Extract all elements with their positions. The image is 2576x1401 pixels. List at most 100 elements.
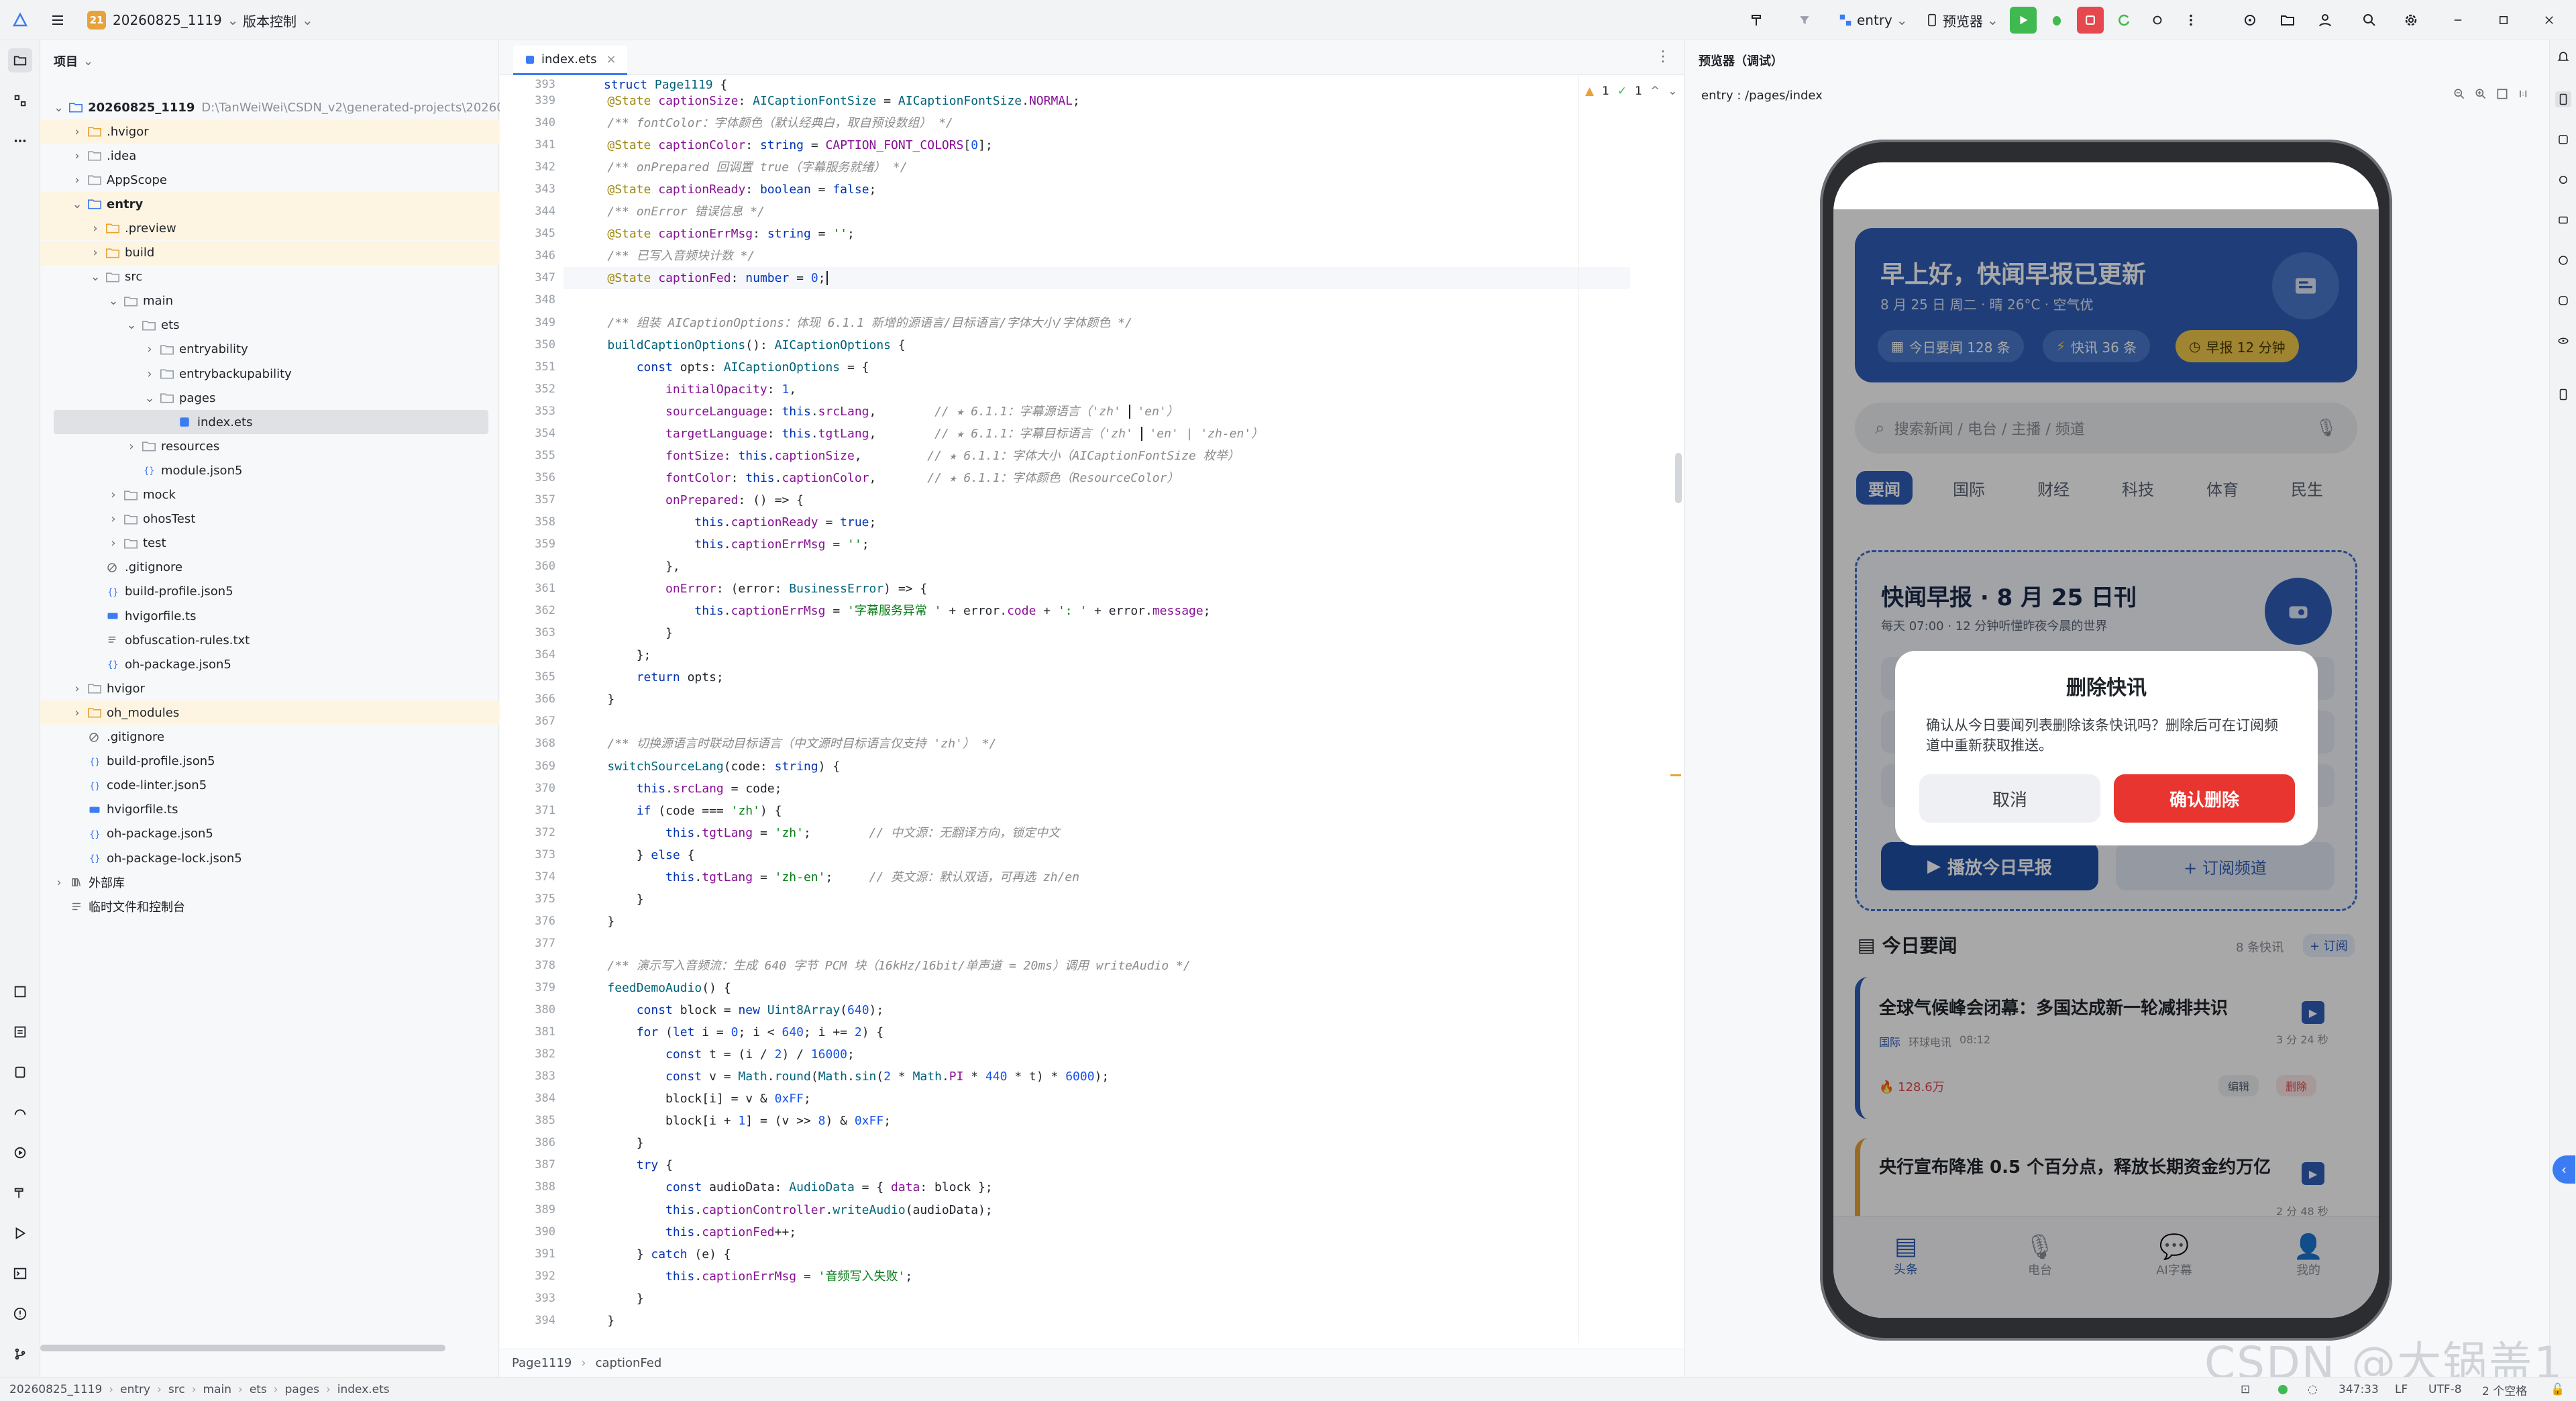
terminal-icon[interactable] xyxy=(8,1261,32,1286)
chevron-right-icon[interactable]: › xyxy=(108,488,119,502)
status-widget-icon[interactable]: ⊡ xyxy=(2241,1378,2250,1401)
chevron-right-icon[interactable]: › xyxy=(108,512,119,526)
inspection-summary[interactable]: ▲ 1 ✓ 1 ^ ⌄ xyxy=(1585,85,1677,98)
code-line[interactable]: } xyxy=(564,1288,644,1310)
chevron-down-icon[interactable]: ⌄ xyxy=(144,391,155,405)
notifications-bell-icon[interactable] xyxy=(2555,48,2571,64)
status-indicator-icon[interactable]: ◌ xyxy=(2308,1378,2318,1401)
chevron-down-icon[interactable]: ⌄ xyxy=(108,294,119,308)
tree-item[interactable]: › entryability xyxy=(40,338,499,362)
status-crumb[interactable]: 20260825_1119 xyxy=(9,1383,102,1396)
attach-debugger-icon[interactable] xyxy=(2144,7,2171,34)
code-line[interactable]: fontSize: this.captionSize, // ★ 6.1.1：字… xyxy=(564,445,1240,467)
status-crumb[interactable]: main xyxy=(203,1383,231,1396)
chevron-right-icon[interactable]: › xyxy=(72,706,83,720)
chevron-right-icon[interactable]: › xyxy=(90,221,101,236)
chevron-down-icon[interactable]: ⌄ xyxy=(90,270,101,284)
code-line[interactable]: this.captionErrMsg = ''; xyxy=(564,533,869,556)
chevron-right-icon[interactable]: › xyxy=(72,149,83,163)
vcs-menu[interactable]: 版本控制 ⌄ xyxy=(243,0,313,40)
code-line[interactable]: } xyxy=(564,1310,614,1332)
code-line[interactable]: } xyxy=(564,622,673,644)
tree-item[interactable]: › entrybackupability xyxy=(40,362,499,386)
tree-item[interactable]: › .preview xyxy=(40,216,499,241)
code-line[interactable]: @State captionReady: boolean = false; xyxy=(564,178,876,201)
code-line[interactable]: if (code === 'zh') { xyxy=(564,800,782,822)
code-line[interactable]: fontColor: this.captionColor, // ★ 6.1.1… xyxy=(564,467,1179,489)
chevron-right-icon[interactable]: › xyxy=(72,173,83,187)
code-line[interactable]: /** 已写入音频块计数 */ xyxy=(564,245,755,267)
code-line[interactable]: /** onError 错误信息 */ xyxy=(564,201,765,223)
previewer-toggle-icon[interactable] xyxy=(2555,91,2571,107)
tree-root[interactable]: ⌄ 20260825_1119 D:\TanWeiWei\CSDN_v2\gener… xyxy=(40,95,512,119)
inspector-icon[interactable] xyxy=(2555,172,2571,188)
info-icon[interactable] xyxy=(8,1302,32,1326)
tree-item[interactable]: 临时文件和控制台 xyxy=(40,894,499,919)
code-line[interactable]: @State captionColor: string = CAPTION_FO… xyxy=(564,134,992,156)
cancel-button[interactable]: 取消 xyxy=(1919,774,2100,823)
debug-bug-icon[interactable] xyxy=(2043,7,2070,34)
assistant-icon[interactable] xyxy=(2555,293,2571,309)
code-line[interactable]: block[i + 1] = (v >> 8) & 0xFF; xyxy=(564,1110,891,1132)
status-crumb[interactable]: entry xyxy=(120,1383,150,1396)
code-line[interactable]: @State captionSize: AICaptionFontSize = … xyxy=(564,90,1079,112)
status-crumb[interactable]: src xyxy=(168,1383,185,1396)
code-line[interactable]: /** fontColor：字体颜色（默认经典白，取自预设数组） */ xyxy=(564,112,953,134)
code-line[interactable]: onError: (error: BusinessError) => { xyxy=(564,578,927,600)
code-line[interactable]: /** onPrepared 回调置 true（字幕服务就绪） */ xyxy=(564,156,907,178)
code-line[interactable]: const t = (i / 2) / 16000; xyxy=(564,1043,855,1066)
plugin-icon[interactable] xyxy=(2237,7,2263,34)
line-ending[interactable]: LF xyxy=(2395,1378,2408,1401)
code-line[interactable]: block[i] = v & 0xFF; xyxy=(564,1088,811,1110)
tree-item[interactable]: › build xyxy=(40,240,499,265)
status-ok-dot[interactable] xyxy=(2278,1378,2288,1401)
code-line[interactable]: this.tgtLang = 'zh'; // 中文源：无翻译方向，锁定中文 xyxy=(564,822,1060,844)
chevron-right-icon[interactable]: › xyxy=(144,367,155,381)
zoom-in-icon[interactable] xyxy=(2471,85,2490,103)
close-icon[interactable] xyxy=(2536,7,2563,34)
services-icon[interactable] xyxy=(8,1141,32,1165)
code-line[interactable]: this.captionErrMsg = '字幕服务异常 ' + error.c… xyxy=(564,600,1210,622)
vertical-scrollbar[interactable] xyxy=(1675,453,1682,503)
tab-index-ets[interactable]: index.ets × xyxy=(513,46,627,75)
more-icon[interactable] xyxy=(2178,7,2204,34)
tree-item[interactable]: › ohosTest xyxy=(40,507,499,531)
chevron-right-icon[interactable]: › xyxy=(126,439,137,454)
file-encoding[interactable]: UTF-8 xyxy=(2428,1378,2462,1401)
code-line[interactable]: sourceLanguage: this.srcLang, // ★ 6.1.1… xyxy=(564,401,1179,423)
tree-item[interactable]: {} build-profile.json5 xyxy=(40,580,499,604)
project-panel-header[interactable]: 项目 ⌄ xyxy=(40,40,498,82)
code-line[interactable]: /** 切换源语言时联动目标语言（中文源时目标语言仅支持 'zh'） */ xyxy=(564,733,996,755)
horizontal-scrollbar[interactable] xyxy=(40,1345,445,1351)
zoom-out-icon[interactable] xyxy=(2450,85,2469,103)
tree-item[interactable]: {} build-profile.json5 xyxy=(40,749,499,774)
minimize-icon[interactable] xyxy=(2445,7,2471,34)
tree-item[interactable]: ⌄ ets xyxy=(40,313,499,338)
gear-icon[interactable] xyxy=(2398,7,2424,34)
tree-item[interactable]: {} code-linter.json5 xyxy=(40,774,499,798)
reload-icon[interactable] xyxy=(2110,7,2137,34)
code-line[interactable] xyxy=(564,711,578,733)
nav-down-icon[interactable]: ⌄ xyxy=(1668,85,1677,98)
code-line[interactable]: const opts: AICaptionOptions = { xyxy=(564,356,869,378)
tree-item[interactable]: › mock xyxy=(40,483,499,507)
todo-icon[interactable] xyxy=(8,980,32,1004)
code-line[interactable]: onPrepared: () => { xyxy=(564,489,804,511)
device-selector[interactable]: 预览器 ⌄ xyxy=(1925,0,1998,40)
code-line[interactable]: const block = new Uint8Array(640); xyxy=(564,999,884,1021)
tree-item[interactable]: .gitignore xyxy=(40,556,499,580)
code-line[interactable]: }, xyxy=(564,556,680,578)
chevron-right-icon[interactable]: › xyxy=(90,246,101,260)
tree-item[interactable]: .gitignore xyxy=(40,725,499,749)
code-line[interactable]: this.captionFed++; xyxy=(564,1221,796,1243)
code-line[interactable]: const v = Math.round(Math.sin(2 * Math.P… xyxy=(564,1066,1109,1088)
chevron-right-icon[interactable]: › xyxy=(72,125,83,139)
status-crumb[interactable]: ets xyxy=(250,1383,267,1396)
filter-icon[interactable] xyxy=(1791,7,1818,34)
code-line[interactable]: targetLanguage: this.tgtLang, // ★ 6.1.1… xyxy=(564,423,1263,445)
tree-item[interactable]: {} oh-package.json5 xyxy=(40,652,499,676)
module-selector[interactable]: entry ⌄ xyxy=(1838,0,1908,40)
preview-page-path[interactable]: entry : /pages/index xyxy=(1701,89,1823,103)
chevron-right-icon[interactable]: › xyxy=(72,682,83,696)
device-manager-icon[interactable] xyxy=(2555,212,2571,228)
